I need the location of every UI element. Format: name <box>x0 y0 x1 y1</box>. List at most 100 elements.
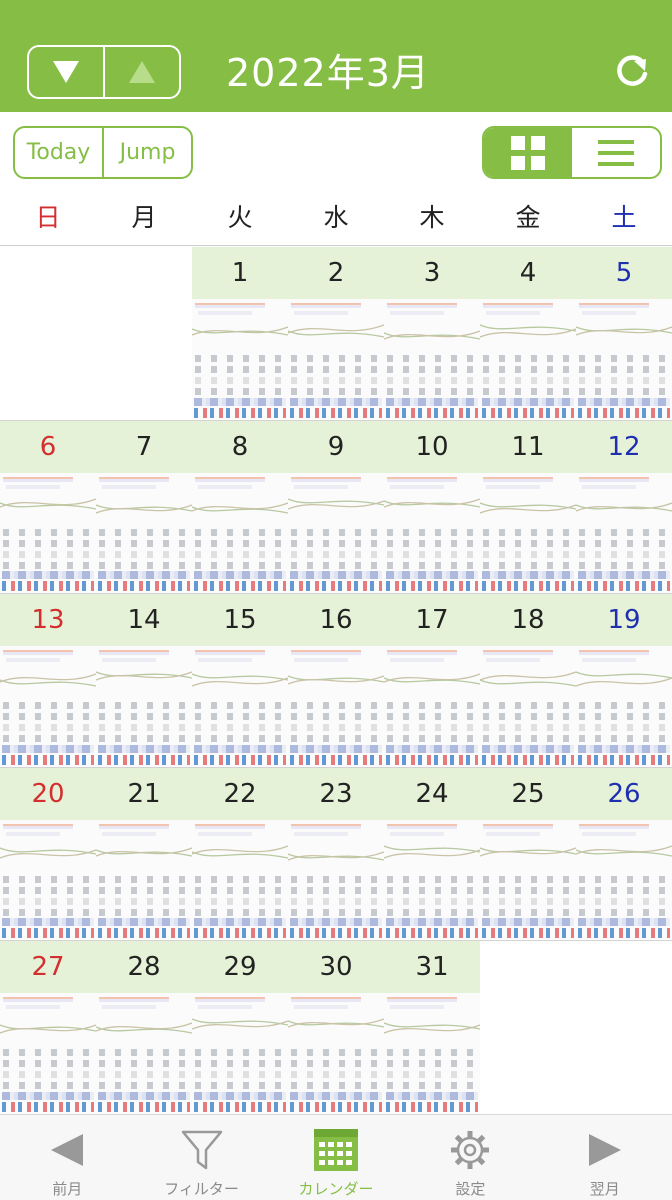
day-cell[interactable]: 23 <box>288 767 384 941</box>
day-cell[interactable]: 8 <box>192 420 288 594</box>
day-cell[interactable]: 3 <box>384 247 480 420</box>
day-cell[interactable]: 25 <box>480 767 576 941</box>
day-cell[interactable]: 10 <box>384 420 480 594</box>
day-cell[interactable]: 30 <box>288 941 384 1114</box>
weekday-tue: 火 <box>227 203 253 232</box>
day-number: 17 <box>384 594 480 647</box>
day-cell[interactable]: 14 <box>96 594 192 767</box>
tab-label: 翌月 <box>589 1180 620 1198</box>
day-cell[interactable]: 15 <box>192 594 288 767</box>
day-cell[interactable]: 27 <box>0 941 96 1114</box>
weather-thumbnail <box>576 646 672 767</box>
day-cell[interactable]: 16 <box>288 594 384 767</box>
day-number: 24 <box>384 767 480 820</box>
day-cell[interactable]: 17 <box>384 594 480 767</box>
weather-thumbnail <box>0 819 96 941</box>
right-triangle-icon <box>588 1134 621 1166</box>
day-cell[interactable]: 7 <box>96 420 192 594</box>
weather-thumbnail <box>192 819 288 941</box>
refresh-button[interactable] <box>610 50 654 94</box>
down-triangle-icon <box>53 61 79 83</box>
day-number: 4 <box>480 247 576 299</box>
grid-icon <box>511 135 545 170</box>
day-number: 21 <box>96 767 192 820</box>
tab-label: 設定 <box>455 1180 486 1198</box>
day-number: 16 <box>288 594 384 647</box>
calendar-week: 20 21 22 23 24 25 26 <box>0 767 672 942</box>
app-header: 2022年3月 <box>0 0 672 112</box>
weekday-sat: 土 <box>611 203 637 232</box>
day-cell[interactable]: 29 <box>192 941 288 1114</box>
prev-month-button[interactable] <box>103 47 179 97</box>
day-number: 3 <box>384 247 480 299</box>
day-number: 18 <box>480 594 576 647</box>
up-triangle-icon <box>129 61 155 83</box>
day-cell[interactable]: 4 <box>480 247 576 420</box>
day-cell[interactable]: 22 <box>192 767 288 941</box>
day-number: 10 <box>384 420 480 473</box>
day-cell[interactable]: 1 <box>192 247 288 420</box>
day-cell[interactable]: 13 <box>0 594 96 767</box>
weather-thumbnail <box>192 646 288 767</box>
weather-thumbnail <box>576 819 672 941</box>
day-cell[interactable]: 19 <box>576 594 672 767</box>
weather-thumbnail <box>0 646 96 767</box>
day-number: 9 <box>288 420 384 473</box>
weather-thumbnail <box>96 819 192 941</box>
weather-thumbnail <box>288 646 384 767</box>
day-cell[interactable]: 20 <box>0 767 96 941</box>
calendar-week: 27 28 29 30 31 <box>0 941 672 1115</box>
refresh-icon <box>617 55 648 86</box>
weather-thumbnail <box>288 299 384 420</box>
day-cell[interactable]: 26 <box>576 767 672 941</box>
day-cell[interactable]: 24 <box>384 767 480 941</box>
day-number: 5 <box>576 247 672 299</box>
day-number: 1 <box>192 247 288 299</box>
day-number: 19 <box>576 594 672 647</box>
day-number: 25 <box>480 767 576 820</box>
day-cell[interactable]: 21 <box>96 767 192 941</box>
day-number: 23 <box>288 767 384 820</box>
day-number: 22 <box>192 767 288 820</box>
tab-filter[interactable]: フィルター <box>134 1115 268 1200</box>
day-cell[interactable]: 5 <box>576 247 672 420</box>
tab-next-month[interactable]: 翌月 <box>538 1115 672 1200</box>
weather-thumbnail <box>480 299 576 420</box>
weekday-thu: 木 <box>419 203 445 232</box>
day-cell[interactable]: 9 <box>288 420 384 594</box>
day-cell[interactable]: 28 <box>96 941 192 1114</box>
weather-thumbnail <box>192 472 288 594</box>
day-cell[interactable]: 11 <box>480 420 576 594</box>
weekday-wed: 水 <box>323 203 349 232</box>
grid-view-button[interactable] <box>484 128 572 177</box>
weather-thumbnail <box>576 299 672 420</box>
day-cell[interactable]: 2 <box>288 247 384 420</box>
day-number: 13 <box>0 594 96 647</box>
tab-bar: 前月 フィルター カレンダー 設定 翌月 <box>0 1114 672 1200</box>
page-title: 2022年3月 <box>226 51 430 95</box>
list-view-button[interactable] <box>572 128 660 177</box>
next-month-button[interactable] <box>29 47 103 97</box>
weather-thumbnail <box>0 472 96 594</box>
day-cell[interactable]: 18 <box>480 594 576 767</box>
day-cell[interactable]: 31 <box>384 941 480 1114</box>
weather-thumbnail <box>576 472 672 594</box>
tab-label: カレンダー <box>298 1180 374 1198</box>
tab-calendar[interactable]: カレンダー <box>269 1115 403 1200</box>
day-number: 11 <box>480 420 576 473</box>
today-button[interactable]: Today <box>15 128 102 177</box>
day-cell[interactable]: 12 <box>576 420 672 594</box>
weather-thumbnail <box>288 819 384 941</box>
weather-thumbnail <box>480 819 576 941</box>
tab-settings[interactable]: 設定 <box>403 1115 537 1200</box>
jump-button[interactable]: Jump <box>102 128 191 177</box>
tab-prev-month[interactable]: 前月 <box>0 1115 134 1200</box>
list-icon <box>598 139 634 166</box>
weather-thumbnail <box>480 472 576 594</box>
calendar-icon <box>313 1129 358 1171</box>
weather-thumbnail <box>384 819 480 941</box>
day-cell[interactable]: 6 <box>0 420 96 594</box>
weather-thumbnail <box>288 472 384 594</box>
left-triangle-icon <box>51 1134 84 1166</box>
gear-icon <box>451 1131 490 1169</box>
